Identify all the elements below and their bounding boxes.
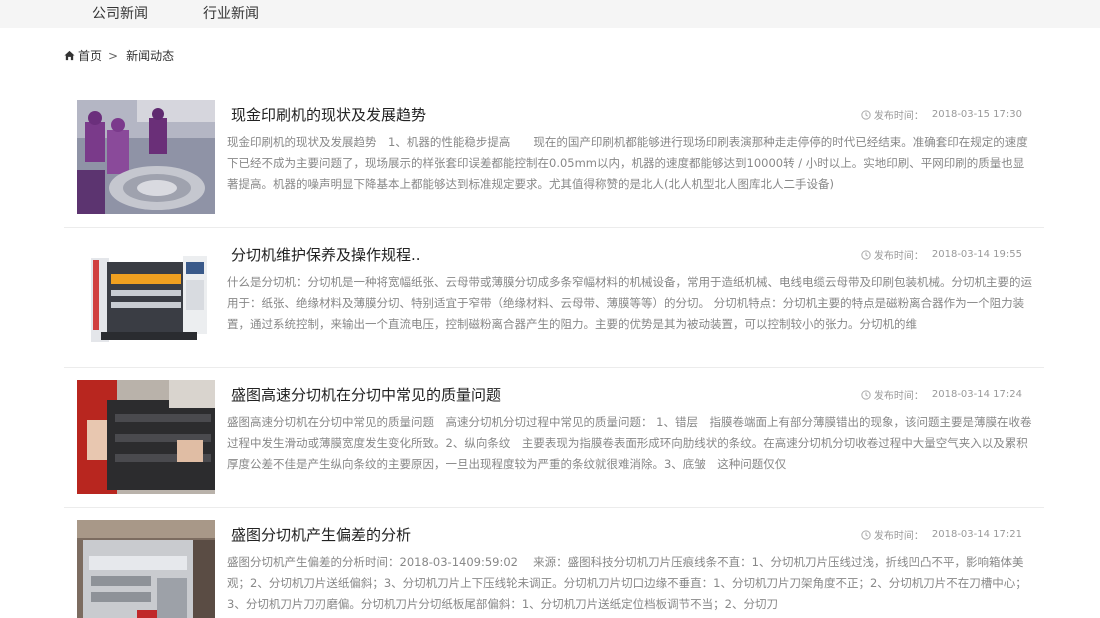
- news-list: 现金印刷机的现状及发展趋势 发布时间： 2018-03-15 17:30 现金印…: [64, 88, 1044, 618]
- publish-label: 发布时间：: [873, 391, 924, 402]
- news-summary: 现金印刷机的现状及发展趋势 1、机器的性能稳步提高 现在的国产印刷机都能够进行现…: [227, 135, 1028, 191]
- breadcrumb: 首页 > 新闻动态: [64, 47, 174, 64]
- news-summary: 什么是分切机：分切机是一种将宽幅纸张、云母带或薄膜分切成多条窄幅材料的机械设备，…: [227, 275, 1032, 331]
- news-thumbnail[interactable]: [77, 520, 215, 618]
- publish-date: 2018-03-15 17:30: [931, 109, 1022, 120]
- news-title[interactable]: 分切机维护保养及操作规程..: [231, 244, 421, 265]
- breadcrumb-separator: >: [108, 48, 119, 63]
- publish-date: 2018-03-14 17:21: [931, 529, 1022, 540]
- clock-icon: [861, 249, 871, 260]
- breadcrumb-home-link[interactable]: 首页: [78, 47, 102, 64]
- news-item: 盛图高速分切机在分切中常见的质量问题 发布时间： 2018-03-14 17:2…: [64, 368, 1044, 508]
- tab-company-news[interactable]: 公司新闻: [92, 3, 148, 23]
- news-summary: 盛图高速分切机在分切中常见的质量问题 高速分切机分切过程中常见的质量问题： 1、…: [227, 415, 1032, 471]
- news-thumbnail[interactable]: [77, 240, 215, 354]
- clock-icon: [861, 389, 871, 400]
- news-meta: 发布时间： 2018-03-14 19:55: [861, 247, 1022, 262]
- news-item: 分切机维护保养及操作规程.. 发布时间： 2018-03-14 19:55 什么…: [64, 228, 1044, 368]
- news-summary: 盛图分切机产生偏差的分析时间：2018-03-1409:59:02 来源：盛图科…: [227, 555, 1027, 611]
- news-title[interactable]: 盛图高速分切机在分切中常见的质量问题: [231, 384, 501, 405]
- publish-date: 2018-03-14 19:55: [931, 249, 1022, 260]
- news-meta: 发布时间： 2018-03-14 17:24: [861, 387, 1022, 402]
- clock-icon: [861, 109, 871, 120]
- news-title[interactable]: 现金印刷机的现状及发展趋势: [231, 104, 426, 125]
- top-nav: 公司新闻 行业新闻: [0, 0, 1100, 28]
- machine-closeup-image: [77, 520, 215, 618]
- news-meta: 发布时间： 2018-03-14 17:21: [861, 527, 1022, 542]
- news-title[interactable]: 盛图分切机产生偏差的分析: [231, 524, 411, 545]
- news-item: 现金印刷机的现状及发展趋势 发布时间： 2018-03-15 17:30 现金印…: [64, 88, 1044, 228]
- news-thumbnail[interactable]: [77, 380, 215, 494]
- news-item: 盛图分切机产生偏差的分析 发布时间： 2018-03-14 17:21 盛图分切…: [64, 508, 1044, 618]
- tab-industry-news[interactable]: 行业新闻: [203, 3, 259, 23]
- workshop-photo-image: [77, 100, 215, 214]
- publish-label: 发布时间：: [873, 251, 924, 262]
- news-meta: 发布时间： 2018-03-15 17:30: [861, 107, 1022, 122]
- breadcrumb-current: 新闻动态: [126, 49, 175, 63]
- news-thumbnail[interactable]: [77, 100, 215, 214]
- publish-date: 2018-03-14 17:24: [931, 389, 1022, 400]
- home-icon: [64, 50, 75, 61]
- slitting-machine-image: [77, 240, 215, 354]
- machine-part-photo-image: [77, 380, 215, 494]
- publish-label: 发布时间：: [873, 111, 924, 122]
- clock-icon: [861, 529, 871, 540]
- publish-label: 发布时间：: [873, 531, 924, 542]
